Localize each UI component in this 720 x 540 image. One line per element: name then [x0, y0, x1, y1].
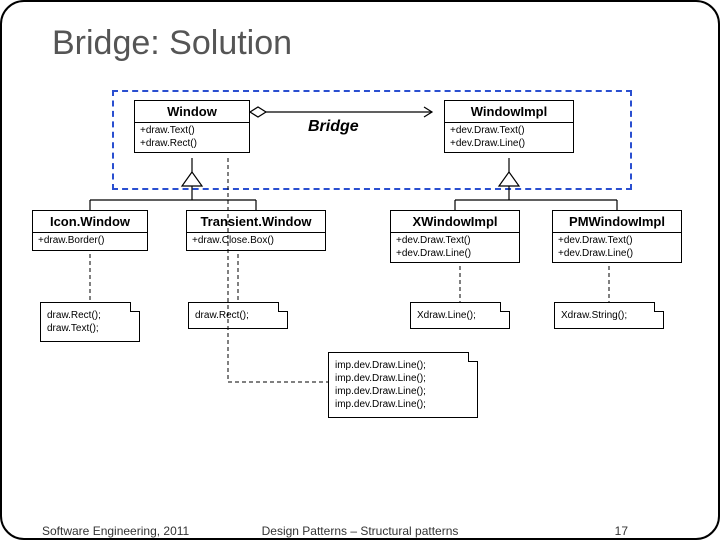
- note-window-imp: imp.dev.Draw.Line(); imp.dev.Draw.Line()…: [328, 352, 478, 418]
- diagram-canvas: Bridge Window +draw.Text() +draw.Rect() …: [32, 82, 692, 482]
- class-name: Transient.Window: [187, 211, 325, 233]
- class-iconwindow: Icon.Window +draw.Border(): [32, 210, 148, 251]
- class-name: PMWindowImpl: [553, 211, 681, 233]
- note-iconwindow: draw.Rect(); draw.Text();: [40, 302, 140, 342]
- note-fold-icon: [654, 302, 664, 312]
- class-ops: +draw.Border(): [33, 233, 147, 250]
- footer-center: Design Patterns – Structural patterns: [2, 524, 718, 538]
- class-name: WindowImpl: [445, 101, 573, 123]
- note-fold-icon: [500, 302, 510, 312]
- class-ops: +dev.Draw.Text() +dev.Draw.Line(): [553, 233, 681, 262]
- note-fold-icon: [130, 302, 140, 312]
- bridge-label: Bridge: [308, 118, 359, 136]
- note-xwindowimpl: Xdraw.Line();: [410, 302, 510, 329]
- class-ops: +draw.Close.Box(): [187, 233, 325, 250]
- class-ops: +dev.Draw.Text() +dev.Draw.Line(): [391, 233, 519, 262]
- note-pmwindowimpl: Xdraw.String();: [554, 302, 664, 329]
- class-name: Window: [135, 101, 249, 123]
- class-window: Window +draw.Text() +draw.Rect(): [134, 100, 250, 153]
- class-transientwindow: Transient.Window +draw.Close.Box(): [186, 210, 326, 251]
- note-transientwindow: draw.Rect();: [188, 302, 288, 329]
- note-fold-icon: [468, 352, 478, 362]
- class-ops: +draw.Text() +draw.Rect(): [135, 123, 249, 152]
- class-pmwindowimpl: PMWindowImpl +dev.Draw.Text() +dev.Draw.…: [552, 210, 682, 263]
- note-fold-icon: [278, 302, 288, 312]
- class-ops: +dev.Draw.Text() +dev.Draw.Line(): [445, 123, 573, 152]
- slide-title: Bridge: Solution: [52, 24, 292, 63]
- footer-page-number: 17: [615, 524, 628, 538]
- class-windowimpl: WindowImpl +dev.Draw.Text() +dev.Draw.Li…: [444, 100, 574, 153]
- class-name: XWindowImpl: [391, 211, 519, 233]
- class-xwindowimpl: XWindowImpl +dev.Draw.Text() +dev.Draw.L…: [390, 210, 520, 263]
- class-name: Icon.Window: [33, 211, 147, 233]
